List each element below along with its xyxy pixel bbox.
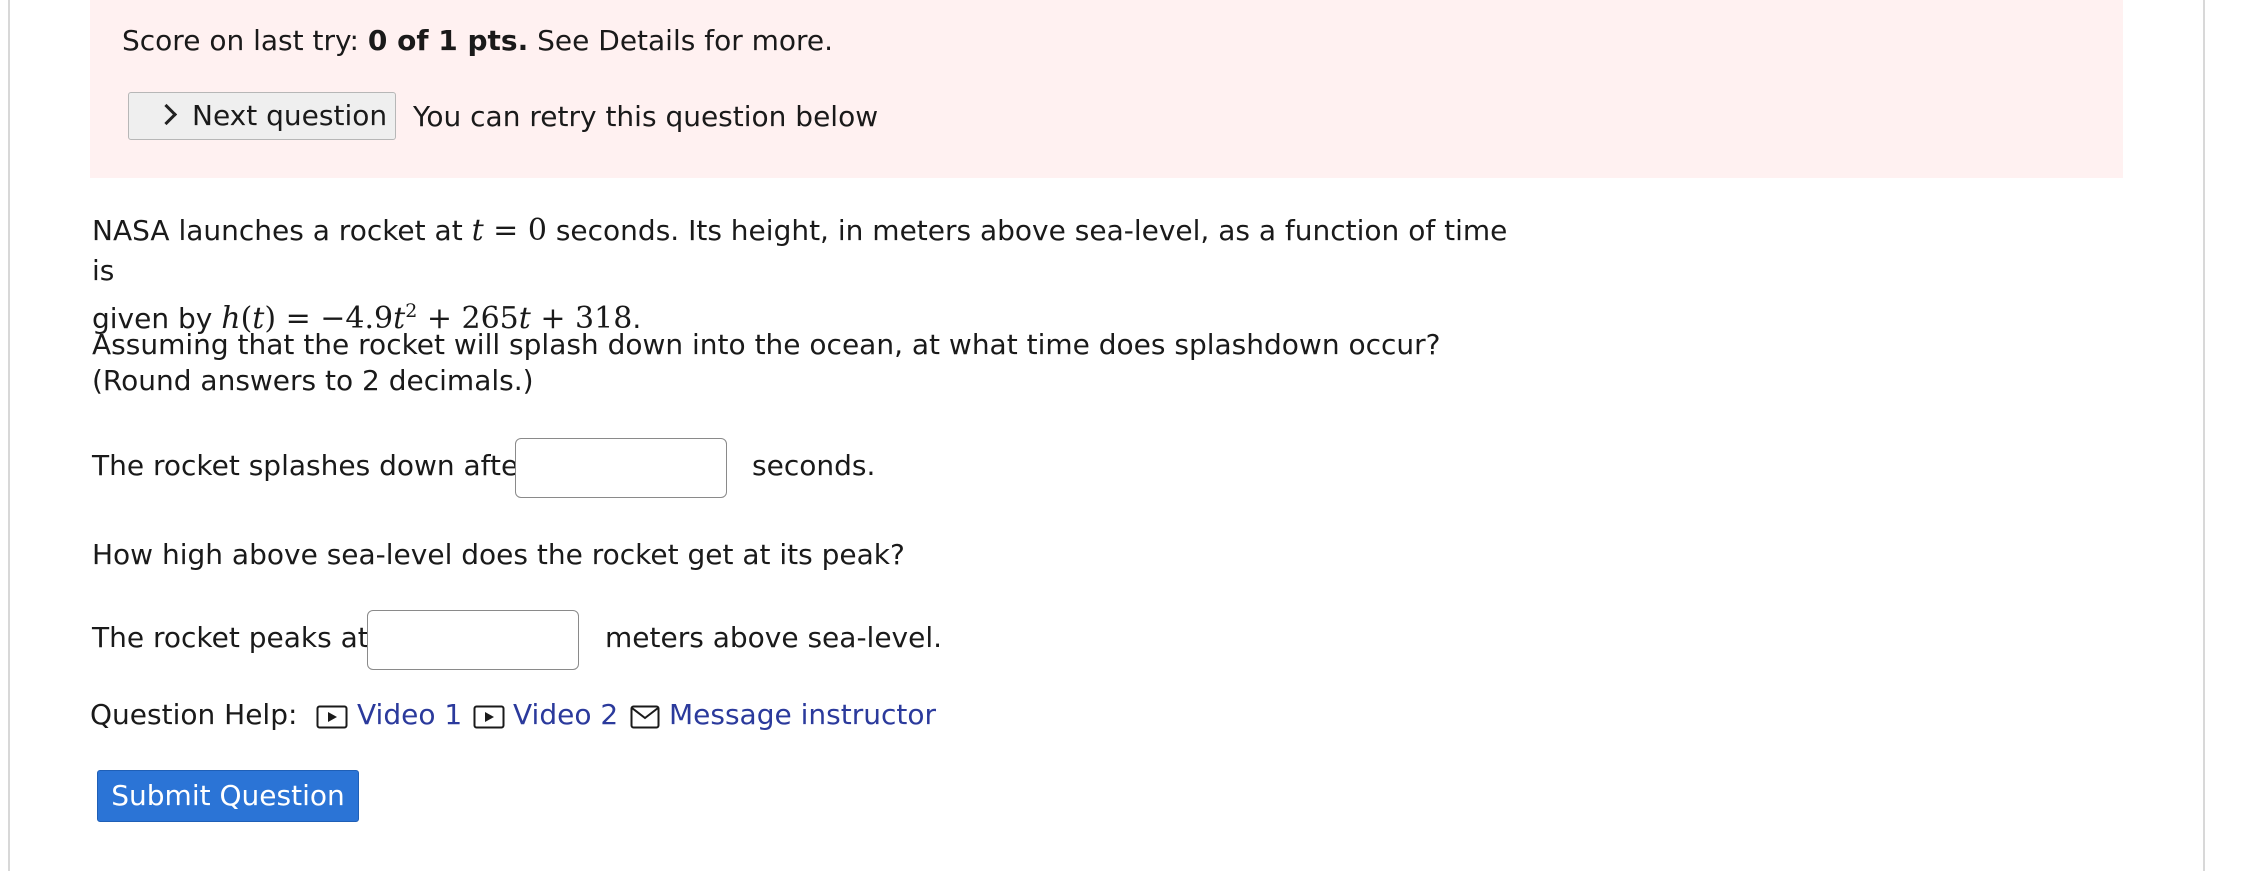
question-help-label: Question Help: bbox=[90, 698, 298, 731]
splashdown-time-input[interactable] bbox=[515, 438, 727, 498]
next-question-button[interactable]: Next question bbox=[128, 92, 396, 140]
problem-line1-start: NASA launches a rocket at bbox=[92, 214, 472, 247]
score-suffix: See Details for more. bbox=[528, 24, 834, 57]
peak-height-input[interactable] bbox=[367, 610, 579, 670]
score-banner: Score on last try: 0 of 1 pts. See Detai… bbox=[90, 0, 2123, 178]
answer1-label: The rocket splashes down after bbox=[92, 449, 530, 482]
video-1-link[interactable]: Video 1 bbox=[357, 697, 462, 733]
question-frame: Score on last try: 0 of 1 pts. See Detai… bbox=[8, 0, 2205, 871]
video-2-link[interactable]: Video 2 bbox=[513, 697, 618, 733]
mail-icon bbox=[630, 705, 660, 729]
math-t-equals-zero: t = 0 bbox=[471, 213, 547, 248]
score-points: 0 of 1 pts. bbox=[367, 24, 529, 57]
score-prefix: Score on last try: bbox=[122, 24, 368, 57]
problem-statement: NASA launches a rocket at t = 0 seconds.… bbox=[92, 211, 1532, 339]
answer2-label: The rocket peaks at bbox=[92, 621, 369, 654]
answer2-unit: meters above sea-level. bbox=[605, 621, 943, 654]
next-question-label: Next question bbox=[192, 99, 388, 132]
message-instructor-link[interactable]: Message instructor bbox=[669, 697, 936, 733]
video-icon bbox=[473, 705, 505, 729]
answer1-unit: seconds. bbox=[752, 449, 876, 482]
question-splashdown: Assuming that the rocket will splash dow… bbox=[92, 328, 1441, 397]
video-icon bbox=[316, 705, 348, 729]
question-peak: How high above sea-level does the rocket… bbox=[92, 538, 905, 571]
score-line: Score on last try: 0 of 1 pts. See Detai… bbox=[122, 24, 833, 58]
chevron-right-icon bbox=[155, 103, 178, 126]
submit-question-button[interactable]: Submit Question bbox=[97, 770, 359, 822]
retry-text: You can retry this question below bbox=[413, 100, 879, 133]
